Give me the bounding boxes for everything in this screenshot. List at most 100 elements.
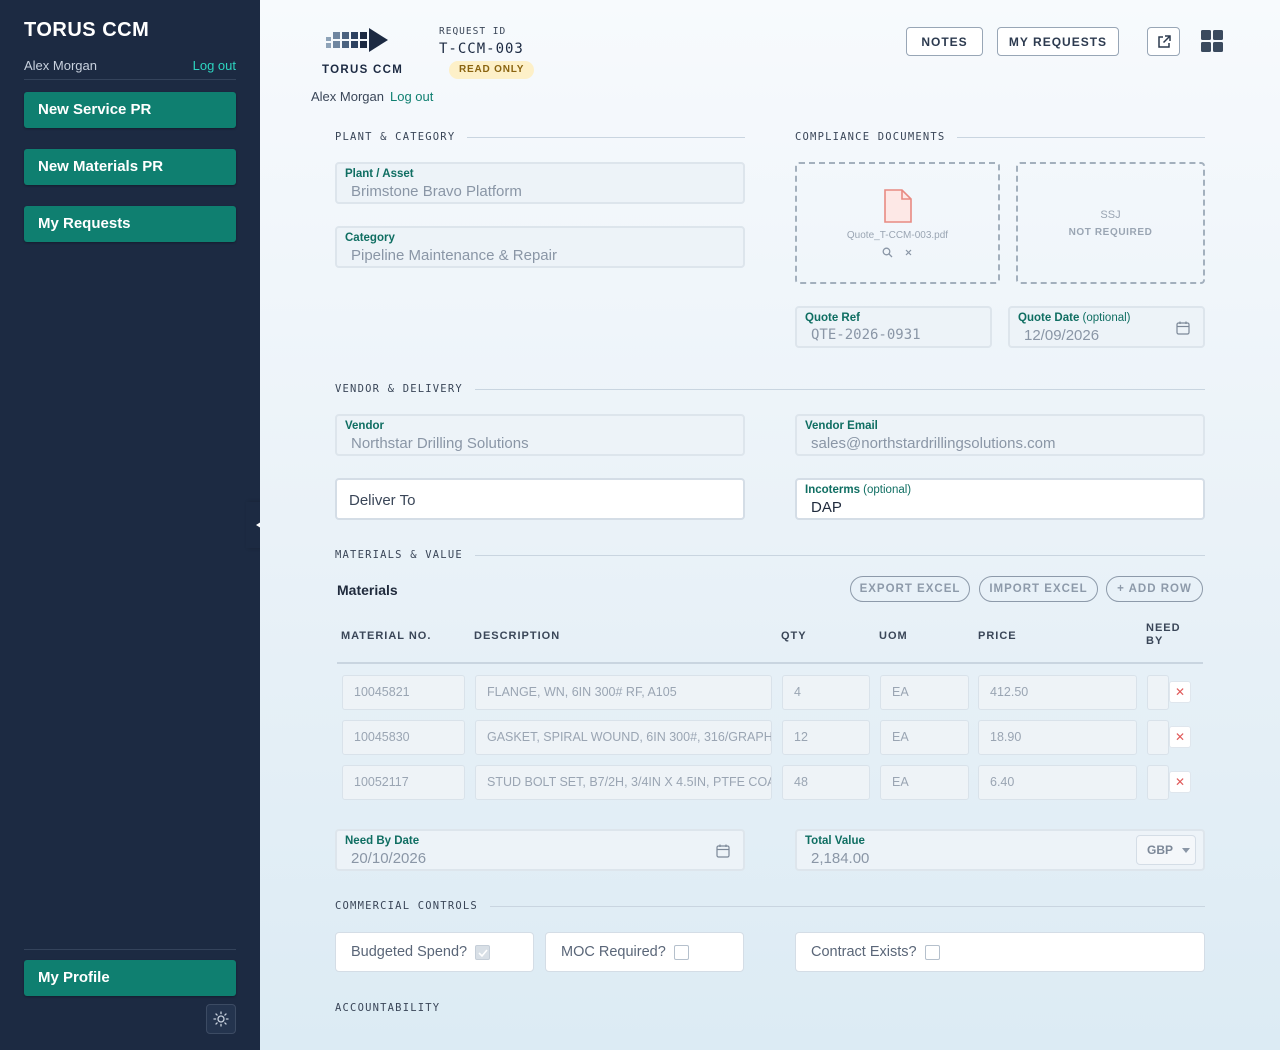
uom-cell: EA [880, 720, 969, 755]
sidebar-item-my-requests[interactable]: My Requests [24, 206, 236, 242]
calendar-icon[interactable] [715, 843, 731, 859]
field-label: Vendor Email [805, 420, 878, 432]
header-user-name: Alex Morgan [311, 89, 384, 104]
vendor-email-field[interactable]: Vendor Email sales@northstardrillingsolu… [795, 414, 1205, 456]
field-label: Incoterms (optional) [805, 484, 912, 496]
main-content: TORUS CCM Alex Morgan Log out REQUEST ID … [260, 0, 1280, 1050]
materials-title: Materials [337, 582, 398, 598]
section-title: VENDOR & DELIVERY [335, 383, 463, 395]
need-by-cell [1147, 765, 1169, 800]
open-external-button[interactable] [1147, 27, 1180, 56]
add-row-button[interactable]: + ADD ROW [1106, 576, 1203, 602]
sidebar-user-name: Alex Morgan [24, 58, 97, 73]
field-value: Brimstone Bravo Platform [351, 183, 522, 200]
field-label: Quote Date (optional) [1018, 312, 1131, 324]
header-user-line: Alex Morgan Log out [311, 89, 433, 104]
price-cell: 18.90 [978, 720, 1137, 755]
material-no-cell: 10045821 [342, 675, 465, 710]
vendor-field[interactable]: Vendor Northstar Drilling Solutions [335, 414, 745, 456]
price-cell: 6.40 [978, 765, 1137, 800]
checkbox-label: Budgeted Spend? [351, 944, 468, 960]
magnify-icon[interactable] [882, 247, 893, 258]
price-cell: 412.50 [978, 675, 1137, 710]
material-no-cell: 10052117 [342, 765, 465, 800]
field-label: Plant / Asset [345, 168, 414, 180]
field-label: Need By Date [345, 835, 420, 847]
moc-required-field[interactable]: MOC Required? [545, 932, 744, 972]
table-header-divider [337, 662, 1203, 664]
field-label: Total Value [805, 835, 865, 847]
document-actions [797, 247, 998, 258]
ssj-document-slot: SSJ NOT REQUIRED [1016, 162, 1205, 284]
ssj-status: NOT REQUIRED [1068, 227, 1153, 238]
qty-cell: 48 [782, 765, 870, 800]
incoterms-input[interactable]: Incoterms (optional) DAP [795, 478, 1205, 520]
uom-cell: EA [880, 675, 969, 710]
column-header-material-no: MATERIAL NO. [341, 630, 432, 642]
field-value: QTE-2026-0931 [811, 327, 921, 343]
section-plant-category: PLANT & CATEGORY [335, 131, 745, 143]
delete-row-button[interactable]: ✕ [1169, 681, 1191, 703]
qty-cell: 4 [782, 675, 870, 710]
column-header-price: PRICE [978, 630, 1017, 642]
contract-exists-checkbox[interactable] [924, 944, 940, 960]
quote-file-name: Quote_T-CCM-003.pdf [846, 230, 949, 241]
check-icon [478, 948, 488, 957]
field-value: 12/09/2026 [1024, 327, 1100, 344]
need-by-date-field[interactable]: Need By Date 20/10/2026 [335, 829, 745, 871]
contract-exists-field[interactable]: Contract Exists? [795, 932, 1205, 972]
field-value: Northstar Drilling Solutions [351, 435, 529, 452]
deliver-to-input[interactable]: Deliver To [335, 478, 745, 520]
theme-toggle-button[interactable] [206, 1004, 236, 1034]
column-header-need-by: NEED BY [1146, 622, 1181, 647]
moc-required-checkbox[interactable] [673, 944, 689, 960]
section-title: PLANT & CATEGORY [335, 131, 456, 143]
section-vendor-delivery: VENDOR & DELIVERY [335, 383, 1205, 395]
quote-document-slot[interactable]: Quote_T-CCM-003.pdf [795, 162, 1000, 284]
budgeted-spend-field[interactable]: Budgeted Spend? [335, 932, 534, 972]
material-no-cell: 10045830 [342, 720, 465, 755]
delete-row-button[interactable]: ✕ [1169, 771, 1191, 793]
field-value: 20/10/2026 [351, 850, 427, 867]
export-excel-button[interactable]: EXPORT EXCEL [850, 576, 970, 602]
section-accountability: ACCOUNTABILITY [335, 1002, 1205, 1014]
currency-value: GBP [1147, 843, 1174, 857]
quote-date-field[interactable]: Quote Date (optional) 12/09/2026 [1008, 306, 1205, 348]
sidebar-item-my-profile[interactable]: My Profile [24, 960, 236, 996]
plant-asset-field[interactable]: Plant / Asset Brimstone Bravo Platform [335, 162, 745, 204]
uom-cell: EA [880, 765, 969, 800]
description-cell: STUD BOLT SET, B7/2H, 3/4IN X 4.5IN, PTF… [475, 765, 772, 800]
sidebar-brand: TORUS CCM [24, 19, 150, 41]
currency-select[interactable]: GBP [1136, 835, 1196, 865]
field-value: Pipeline Maintenance & Repair [351, 247, 557, 264]
sidebar: TORUS CCM Alex Morgan Log out New Servic… [0, 0, 260, 1050]
field-placeholder: Deliver To [349, 492, 416, 509]
section-materials-value: MATERIALS & VALUE [335, 549, 1205, 561]
section-title: COMPLIANCE DOCUMENTS [795, 131, 946, 143]
caret-down-icon [1182, 847, 1191, 853]
external-link-icon [1157, 34, 1171, 48]
quote-ref-field[interactable]: Quote Ref QTE-2026-0931 [795, 306, 992, 348]
need-by-cell [1147, 720, 1169, 755]
header-logout-link[interactable]: Log out [390, 89, 433, 104]
remove-file-icon[interactable] [903, 247, 914, 258]
budgeted-spend-checkbox[interactable] [475, 944, 491, 960]
calendar-icon[interactable] [1175, 320, 1191, 336]
import-excel-button[interactable]: IMPORT EXCEL [979, 576, 1098, 602]
section-title: MATERIALS & VALUE [335, 549, 463, 561]
category-field[interactable]: Category Pipeline Maintenance & Repair [335, 226, 745, 268]
notes-button[interactable]: NOTES [906, 27, 983, 56]
checkbox-label: MOC Required? [561, 944, 666, 960]
sidebar-item-new-materials-pr[interactable]: New Materials PR [24, 149, 236, 185]
field-value: 2,184.00 [811, 850, 870, 867]
request-id-label: REQUEST ID [439, 26, 507, 37]
sidebar-logout-link[interactable]: Log out [193, 58, 236, 79]
apps-grid-icon[interactable] [1200, 29, 1224, 53]
description-cell: FLANGE, WN, 6IN 300# RF, A105 [475, 675, 772, 710]
my-requests-button[interactable]: MY REQUESTS [997, 27, 1119, 56]
sidebar-divider [24, 949, 236, 950]
sidebar-item-new-service-pr[interactable]: New Service PR [24, 92, 236, 128]
column-header-qty: QTY [781, 630, 807, 642]
delete-row-button[interactable]: ✕ [1169, 726, 1191, 748]
need-by-cell [1147, 675, 1169, 710]
